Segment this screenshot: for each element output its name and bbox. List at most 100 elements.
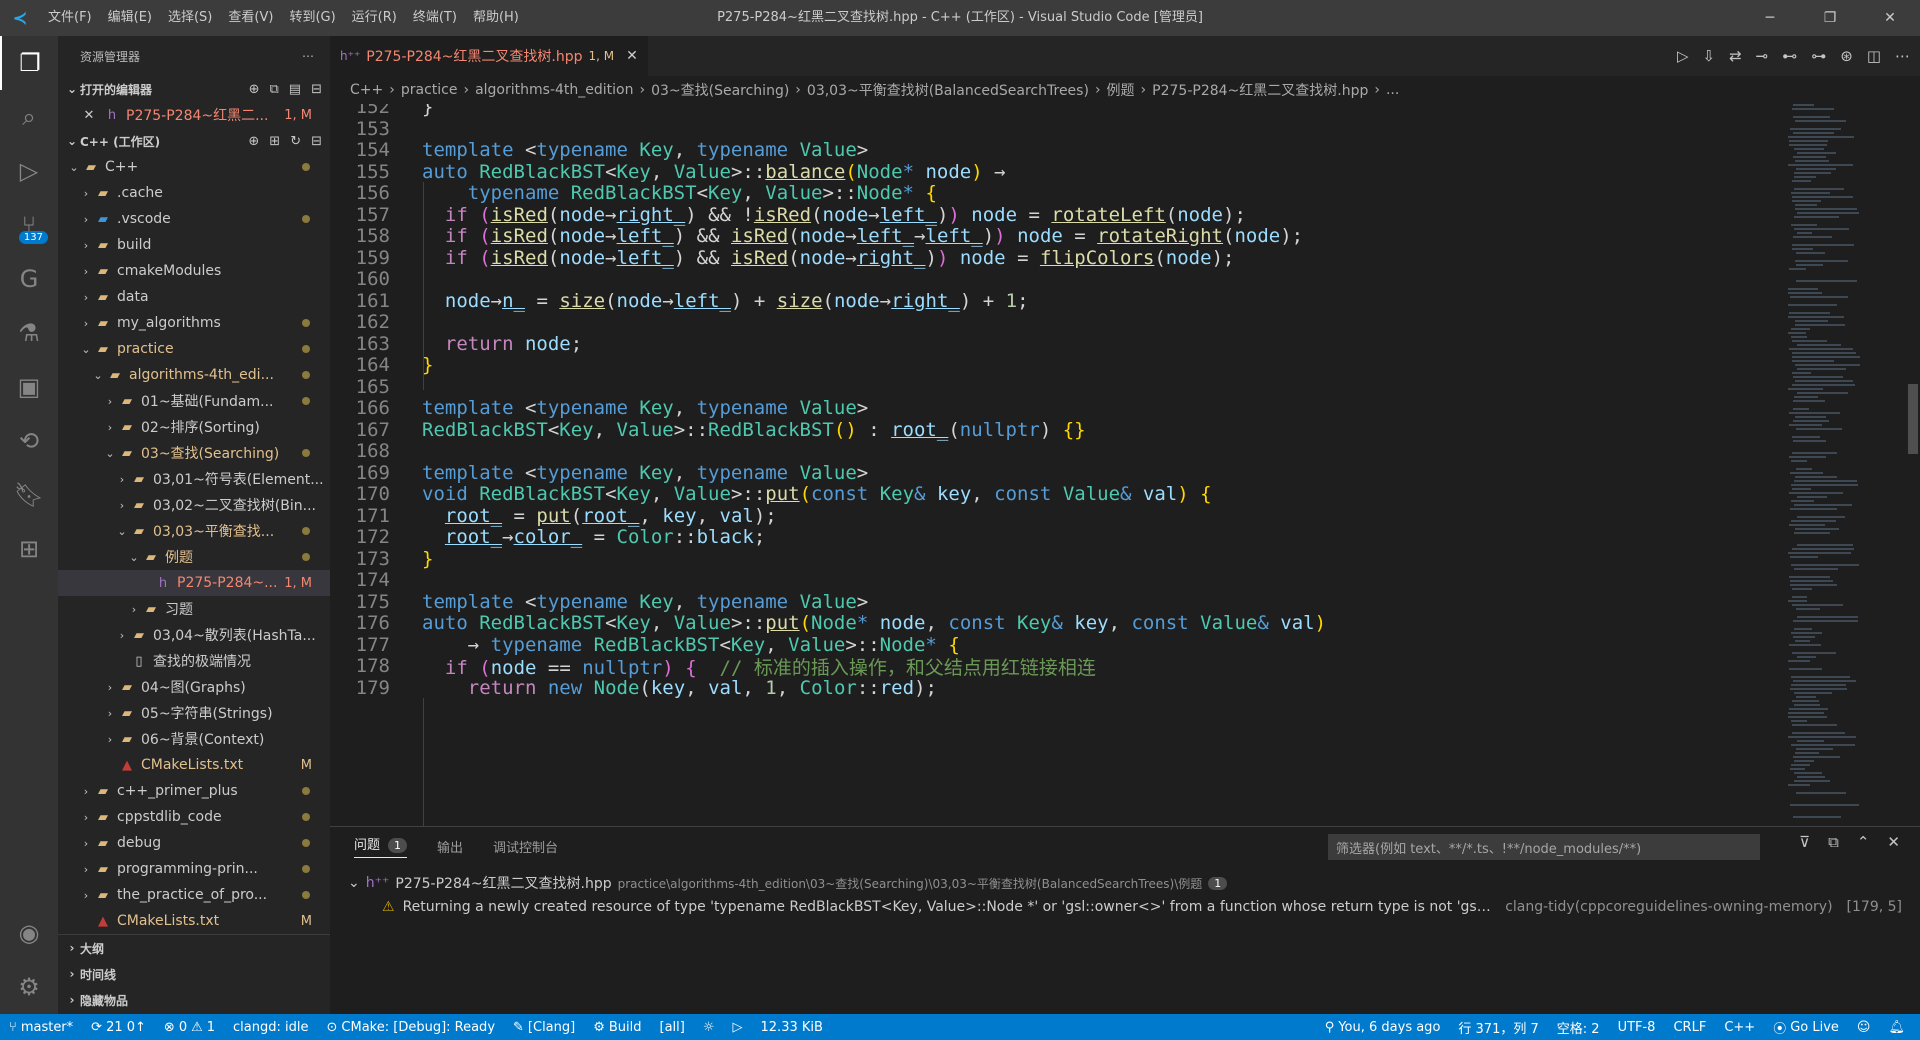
new-file-icon[interactable]: ⊕ xyxy=(248,134,259,149)
notifications-icon[interactable]: 🔔︎ xyxy=(1879,1020,1914,1035)
run-icon[interactable]: ▷ xyxy=(1677,47,1689,65)
tree-folder[interactable]: › ▰ 05~字符串(Strings) xyxy=(58,700,330,726)
more-actions-icon[interactable]: ⋯ xyxy=(1895,47,1910,65)
more-actions-icon[interactable]: ⋯ xyxy=(302,49,314,63)
bookmarks-icon[interactable]: 🔖︎ xyxy=(0,468,58,522)
minimap[interactable] xyxy=(1780,104,1900,826)
indentation[interactable]: 空格: 2 xyxy=(1548,1018,1609,1037)
extensions-icon[interactable]: ⊞ xyxy=(0,522,58,576)
tree-folder[interactable]: › ▰ 06~背景(Context) xyxy=(58,726,330,752)
tree-folder[interactable]: › ▰ 习题 xyxy=(58,596,330,622)
breadcrumb-item[interactable]: practice xyxy=(401,82,458,98)
menu-item[interactable]: 文件(F) xyxy=(40,0,100,36)
editor-tab-active[interactable]: h⁺⁺ P275-P284~红黑二叉查找树.hpp 1, M ✕ xyxy=(330,36,648,76)
close-window-icon[interactable]: ✕ xyxy=(1860,0,1920,36)
minimize-icon[interactable]: ─ xyxy=(1740,0,1800,36)
open-changes-icon[interactable]: ⇄ xyxy=(1729,47,1742,65)
tree-folder[interactable]: › ▰ .vscode xyxy=(58,206,330,232)
workspace-section[interactable]: ⌄ C++ (工作区) ⊕ ⊞ ↻ ⊟ xyxy=(58,128,330,154)
toggle-blame-icon[interactable]: ⊛ xyxy=(1840,47,1853,65)
hidden-items-section[interactable]: › 隐藏物品 xyxy=(58,987,330,1013)
problem-item[interactable]: ⚠ Returning a newly created resource of … xyxy=(382,899,1902,915)
tree-folder[interactable]: ⌄ ▰ algorithms-4th_edi... xyxy=(58,362,330,388)
feedback-icon[interactable]: ☺ xyxy=(1848,1020,1880,1035)
menu-item[interactable]: 查看(V) xyxy=(220,0,281,36)
gitlens-icon[interactable]: G xyxy=(0,252,58,306)
build-button[interactable]: ⚙ Build xyxy=(584,1020,650,1035)
settings-gear-icon[interactable]: ⚙ xyxy=(0,960,58,1014)
language-mode[interactable]: C++ xyxy=(1715,1020,1764,1035)
open-editor-item[interactable]: ✕ h P275-P284~红黑二... 1, M xyxy=(58,102,330,128)
clangd-status[interactable]: clangd: idle xyxy=(224,1020,317,1035)
save-all-icon[interactable]: ▤ xyxy=(289,82,301,97)
breadcrumb-item[interactable]: ... xyxy=(1386,82,1399,98)
tree-folder[interactable]: › ▰ 04~图(Graphs) xyxy=(58,674,330,700)
tree-folder[interactable]: › ▰ data xyxy=(58,284,330,310)
tree-folder[interactable]: ⌄ ▰ 例题 xyxy=(58,544,330,570)
tab-debug-console[interactable]: 调试控制台 xyxy=(493,837,558,856)
close-all-icon[interactable]: ⊟ xyxy=(311,82,322,97)
tree-folder[interactable]: › ▰ build xyxy=(58,232,330,258)
launch-icon[interactable]: ▷ xyxy=(724,1020,752,1035)
tab-problems[interactable]: 问题 1 xyxy=(354,834,408,858)
editor-scrollbar[interactable] xyxy=(1905,104,1920,826)
breadcrumb-item[interactable]: 03~查找(Searching) xyxy=(651,80,789,100)
split-editor-icon[interactable]: ◫ xyxy=(1867,47,1881,65)
menu-item[interactable]: 帮助(H) xyxy=(465,0,527,36)
breadcrumb-item[interactable]: algorithms-4th_edition xyxy=(475,82,633,98)
tree-folder[interactable]: › ▰ programming-prin... xyxy=(58,856,330,882)
code-editor[interactable]: 152} 153 154 template <typename Key, typena… xyxy=(330,104,1780,826)
tree-folder[interactable]: ⌄ ▰ 03,03~平衡查找... xyxy=(58,518,330,544)
search-icon[interactable]: ⌕ xyxy=(0,90,58,144)
encoding[interactable]: UTF-8 xyxy=(1609,1020,1665,1035)
tree-folder[interactable]: › ▰ 03,04~散列表(HashTa... xyxy=(58,622,330,648)
tree-file[interactable]: ▯ 查找的极端情况 xyxy=(58,648,330,674)
breadcrumb-item[interactable]: P275-P284~红黑二叉查找树.hpp xyxy=(1152,80,1368,100)
tree-folder[interactable]: › ▰ the_practice_of_pro... xyxy=(58,882,330,908)
debug-icon[interactable]: ☼ xyxy=(694,1020,724,1035)
cmake-status[interactable]: ⊙ CMake: [Debug]: Ready xyxy=(318,1020,505,1035)
scrollbar-thumb[interactable] xyxy=(1908,384,1918,454)
testing-icon[interactable]: ⚗ xyxy=(0,306,58,360)
tab-output[interactable]: 输出 xyxy=(437,837,463,856)
next-change-icon[interactable]: ⊶ xyxy=(1811,47,1826,65)
run-debug-icon[interactable]: ▷ xyxy=(0,144,58,198)
build-target[interactable]: [all] xyxy=(651,1020,694,1035)
menu-item[interactable]: 编辑(E) xyxy=(100,0,160,36)
go-live[interactable]: ⦿ Go Live xyxy=(1764,1018,1848,1037)
timeline-section[interactable]: › 时间线 xyxy=(58,961,330,987)
collapse-all-icon[interactable]: ⧉ xyxy=(1828,833,1839,851)
tree-folder[interactable]: › ▰ 03,02~二叉查找树(Bin... xyxy=(58,492,330,518)
filter-icon[interactable]: ⊽ xyxy=(1799,833,1810,851)
account-icon[interactable]: ◉ xyxy=(0,906,58,960)
tree-folder[interactable]: › ▰ 02~排序(Sorting) xyxy=(58,414,330,440)
open-editors-section[interactable]: ⌄ 打开的编辑器 ⊕ ⧉ ▤ ⊟ xyxy=(58,76,330,102)
problems-filter-input[interactable]: 筛选器(例如 text、**/*.ts、!**/node_modules/**) xyxy=(1328,834,1760,860)
close-tab-icon[interactable]: ✕ xyxy=(626,48,638,64)
close-panel-icon[interactable]: ✕ xyxy=(1887,833,1900,851)
tree-folder[interactable]: ⌄ ▰ 03~查找(Searching) xyxy=(58,440,330,466)
tree-file[interactable]: ▲ CMakeLists.txt M xyxy=(58,908,330,934)
tree-folder[interactable]: › ▰ cppstdlib_code xyxy=(58,804,330,830)
tree-folder[interactable]: › ▰ debug xyxy=(58,830,330,856)
tree-folder[interactable]: ⌄ ▰ C++ xyxy=(58,154,330,180)
close-icon[interactable]: ✕ xyxy=(80,108,98,123)
tree-folder[interactable]: › ▰ my_algorithms xyxy=(58,310,330,336)
menu-item[interactable]: 终端(T) xyxy=(405,0,465,36)
tree-file[interactable]: h P275-P284~... 1, M xyxy=(58,570,330,596)
tree-folder[interactable]: › ▰ cmakeModules xyxy=(58,258,330,284)
tree-folder[interactable]: › ▰ 01~基础(Fundam... xyxy=(58,388,330,414)
menu-item[interactable]: 转到(G) xyxy=(281,0,343,36)
source-control-icon[interactable]: ⑂ 137 xyxy=(0,198,58,252)
tree-folder[interactable]: › ▰ c++_primer_plus xyxy=(58,778,330,804)
sync-status[interactable]: ⟳ 21 0↑ xyxy=(82,1020,155,1035)
cursor-position[interactable]: 行 371，列 7 xyxy=(1449,1018,1547,1037)
breadcrumb-item[interactable]: 例题 xyxy=(1107,80,1135,100)
menu-item[interactable]: 选择(S) xyxy=(160,0,220,36)
git-blame[interactable]: ⚲ You, 6 days ago xyxy=(1316,1020,1450,1035)
breadcrumb-item[interactable]: 03,03~平衡查找树(BalancedSearchTrees) xyxy=(807,80,1089,100)
maximize-panel-icon[interactable]: ⌃ xyxy=(1857,833,1870,851)
tree-folder[interactable]: ⌄ ▰ practice xyxy=(58,336,330,362)
problems-status[interactable]: ⊗ 0 ⚠ 1 xyxy=(155,1020,224,1035)
toggle-vertical-icon[interactable]: ⧉ xyxy=(270,82,279,97)
